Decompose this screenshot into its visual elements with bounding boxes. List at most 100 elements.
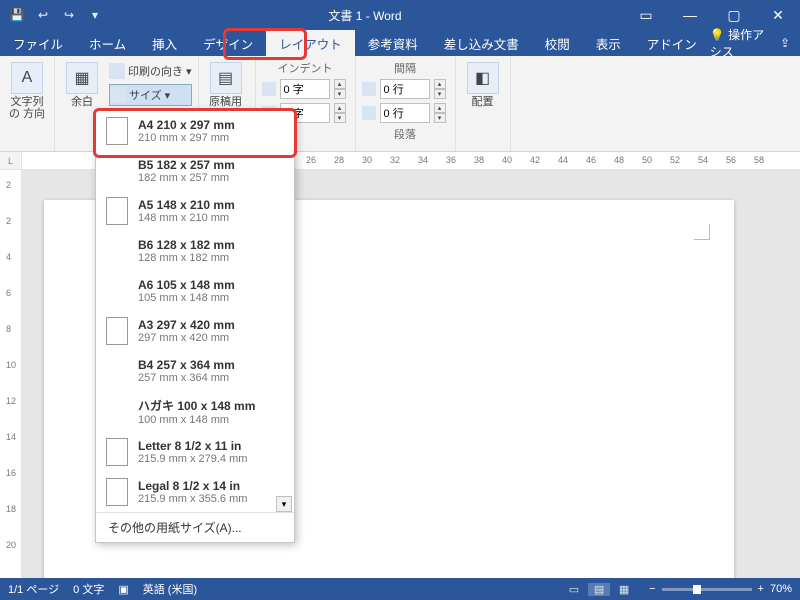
ruler-tick: 50 [642, 155, 652, 165]
status-proofing-icon[interactable]: ▣ [118, 583, 128, 596]
size-sub: 105 mm x 148 mm [138, 292, 235, 304]
ruler-tick: 6 [6, 288, 11, 298]
size-sub: 215.9 mm x 355.6 mm [138, 493, 247, 505]
ruler-tick: 14 [6, 432, 16, 442]
ruler-tick: 54 [698, 155, 708, 165]
zoom-control[interactable]: − + 70% [649, 583, 792, 595]
spacing-before-input[interactable] [380, 79, 430, 99]
ruler-vertical[interactable]: 22468101214161820 [0, 170, 22, 578]
size-title: Letter 8 1/2 x 11 in [138, 439, 247, 453]
size-option[interactable]: Legal 8 1/2 x 14 in215.9 mm x 355.6 mm [96, 472, 294, 512]
size-option[interactable]: Letter 8 1/2 x 11 in215.9 mm x 279.4 mm [96, 432, 294, 472]
ruler-tick: 20 [6, 540, 16, 550]
size-sub: 128 mm x 182 mm [138, 252, 235, 264]
tab-addins[interactable]: アドイン [634, 30, 710, 56]
share-icon[interactable]: ⇪ [780, 36, 790, 50]
ruler-tick: 52 [670, 155, 680, 165]
ruler-tick: 56 [726, 155, 736, 165]
spacing-before[interactable]: ▴▾ [362, 78, 449, 100]
qat-more-icon[interactable]: ▾ [84, 4, 106, 26]
size-title: Legal 8 1/2 x 14 in [138, 479, 247, 493]
indent-left-input[interactable] [280, 79, 330, 99]
ruler-tick: 42 [530, 155, 540, 165]
ruler-tick: 8 [6, 324, 11, 334]
size-sub: 182 mm x 257 mm [138, 172, 235, 184]
size-sub: 297 mm x 420 mm [138, 332, 235, 344]
size-title: B5 182 x 257 mm [138, 158, 235, 172]
size-button[interactable]: サイズ ▾ [109, 84, 192, 106]
size-icon [110, 87, 126, 103]
ruler-tick: 28 [334, 155, 344, 165]
ruler-tick: 12 [6, 396, 16, 406]
redo-icon[interactable]: ↪ [58, 4, 80, 26]
ruler-tick: 38 [474, 155, 484, 165]
zoom-level[interactable]: 70% [770, 583, 792, 595]
size-title: A4 210 x 297 mm [138, 118, 235, 132]
indent-left[interactable]: ▴▾ [262, 78, 349, 100]
tab-view[interactable]: 表示 [583, 30, 634, 56]
tab-references[interactable]: 参考資料 [355, 30, 431, 56]
ruler-tick: 44 [558, 155, 568, 165]
tell-me[interactable]: 💡 操作アシス [710, 26, 770, 60]
view-read-icon[interactable]: ▭ [563, 583, 585, 596]
size-option[interactable]: A5 148 x 210 mm148 mm x 210 mm [96, 191, 294, 231]
ruler-tick: 18 [6, 504, 16, 514]
size-title: A3 297 x 420 mm [138, 318, 235, 332]
ruler-tick: 34 [418, 155, 428, 165]
size-option[interactable]: B5 182 x 257 mm182 mm x 257 mm [96, 151, 294, 191]
text-direction-button[interactable]: A 文字列の 方向 [6, 60, 48, 149]
ruler-tick: 32 [390, 155, 400, 165]
view-web-icon[interactable]: ▦ [613, 583, 635, 596]
page-thumb-icon [106, 438, 128, 466]
view-print-icon[interactable]: ▤ [588, 583, 610, 596]
zoom-out-icon[interactable]: − [649, 583, 655, 595]
zoom-in-icon[interactable]: + [758, 583, 764, 595]
size-sub: 100 mm x 148 mm [138, 414, 255, 426]
save-icon[interactable]: 💾 [6, 4, 28, 26]
size-sub: 257 mm x 364 mm [138, 372, 235, 384]
ruler-tick: 16 [6, 468, 16, 478]
tab-design[interactable]: デザイン [190, 30, 266, 56]
orientation-button[interactable]: 印刷の向き ▾ [109, 60, 192, 82]
status-words[interactable]: 0 文字 [73, 581, 104, 597]
tab-home[interactable]: ホーム [76, 30, 139, 56]
ruler-tick: 58 [754, 155, 764, 165]
tab-file[interactable]: ファイル [0, 30, 76, 56]
ribbon-tabs: ファイル ホーム 挿入 デザイン レイアウト 参考資料 差し込み文書 校閲 表示… [0, 30, 800, 56]
ruler-tick: 2 [6, 180, 11, 190]
more-paper-sizes[interactable]: その他の用紙サイズ(A)... [96, 512, 294, 542]
ribbon-display-icon[interactable]: ▭ [624, 0, 668, 30]
ruler-tick: 48 [614, 155, 624, 165]
ruler-tick: 36 [446, 155, 456, 165]
size-title: B4 257 x 364 mm [138, 358, 235, 372]
tab-mailings[interactable]: 差し込み文書 [431, 30, 532, 56]
ruler-tick: 30 [362, 155, 372, 165]
orientation-icon [109, 63, 125, 79]
zoom-slider[interactable] [662, 588, 752, 591]
tab-layout[interactable]: レイアウト [266, 30, 355, 56]
page-thumb-icon [106, 237, 128, 265]
page-thumb-icon [106, 197, 128, 225]
undo-icon[interactable]: ↩ [32, 4, 54, 26]
ruler-tick: 4 [6, 252, 11, 262]
ruler-tick: 10 [6, 360, 16, 370]
tab-review[interactable]: 校閲 [532, 30, 583, 56]
status-language[interactable]: 英語 (米国) [143, 581, 197, 597]
size-title: A5 148 x 210 mm [138, 198, 235, 212]
page-thumb-icon [106, 157, 128, 185]
spacing-after[interactable]: ▴▾ [362, 102, 449, 124]
size-option[interactable]: B4 257 x 364 mm257 mm x 364 mm [96, 351, 294, 391]
size-option[interactable]: A4 210 x 297 mm210 mm x 297 mm [96, 111, 294, 151]
size-option[interactable]: B6 128 x 182 mm128 mm x 182 mm [96, 231, 294, 271]
size-title: B6 128 x 182 mm [138, 238, 235, 252]
size-option[interactable]: A3 297 x 420 mm297 mm x 420 mm [96, 311, 294, 351]
size-option[interactable]: ハガキ 100 x 148 mm100 mm x 148 mm [96, 391, 294, 432]
spacing-after-input[interactable] [380, 103, 430, 123]
dropdown-scroll-down-icon[interactable]: ▾ [276, 496, 292, 512]
size-option[interactable]: A6 105 x 148 mm105 mm x 148 mm [96, 271, 294, 311]
view-buttons: ▭ ▤ ▦ [563, 583, 635, 596]
minimize-icon[interactable]: — [668, 0, 712, 30]
tab-insert[interactable]: 挿入 [139, 30, 190, 56]
status-page[interactable]: 1/1 ページ [8, 581, 59, 597]
arrange-button[interactable]: ◧ 配置 [462, 60, 504, 149]
